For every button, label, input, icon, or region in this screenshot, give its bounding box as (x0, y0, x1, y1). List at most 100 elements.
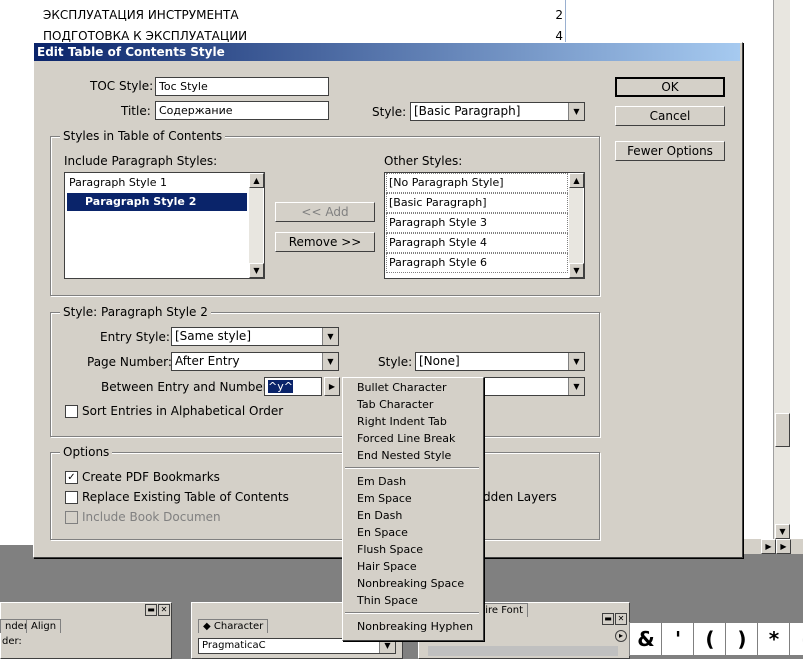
scroll-up-icon[interactable]: ▲ (569, 173, 584, 188)
ok-button[interactable]: OK (615, 77, 725, 97)
minimize-icon[interactable]: ▬ (145, 604, 157, 616)
dialog-title[interactable]: Edit Table of Contents Style (34, 43, 740, 61)
replace-existing-checkbox[interactable] (65, 491, 78, 504)
chevron-down-icon[interactable]: ▼ (568, 378, 584, 395)
page-number-style-label: Style: (378, 355, 413, 369)
chevron-down-icon[interactable]: ▼ (568, 353, 584, 370)
page-number-style-select[interactable]: [None] ▼ (415, 352, 585, 371)
paragraph-align-icons[interactable] (428, 646, 618, 656)
document-vertical-scrollbar[interactable] (773, 0, 790, 540)
sort-entries-label: Sort Entries in Alphabetical Order (82, 404, 284, 418)
title-style-value: [Basic Paragraph] (414, 104, 521, 118)
doc-page-number-1: 2 (555, 8, 563, 22)
menu-item-flush-space[interactable]: Flush Space (357, 543, 423, 556)
toc-style-label: TOC Style: (90, 79, 154, 93)
menu-item-em-dash[interactable]: Em Dash (357, 475, 406, 488)
glyph-cell[interactable]: ' (661, 622, 695, 656)
list-item[interactable]: [Basic Paragraph] (386, 193, 568, 213)
menu-item-thin-space[interactable]: Thin Space (357, 594, 418, 607)
hidden-layers-label: dden Layers (483, 490, 557, 504)
font-family-value: PragmaticaC (202, 640, 266, 651)
list-item-selected[interactable]: Paragraph Style 2 (67, 193, 247, 211)
menu-item-en-space[interactable]: En Space (357, 526, 408, 539)
glyph-cell[interactable]: ( (693, 622, 727, 656)
create-pdf-bookmarks-checkbox[interactable]: ✓ (65, 471, 78, 484)
close-icon[interactable]: ✕ (615, 613, 627, 625)
replace-existing-label: Replace Existing Table of Contents (82, 490, 289, 504)
chevron-down-icon[interactable]: ▼ (568, 103, 584, 120)
menu-item-nonbreaking-space[interactable]: Nonbreaking Space (357, 577, 464, 590)
options-group-title: Options (60, 445, 113, 459)
chevron-down-icon[interactable]: ▼ (322, 328, 338, 345)
scroll-page-icon[interactable]: ▶ (776, 539, 791, 554)
glyph-cell[interactable]: & (629, 622, 663, 656)
title-label: Title: (121, 104, 151, 118)
chevron-down-icon[interactable]: ▼ (379, 639, 395, 653)
menu-item-hair-space[interactable]: Hair Space (357, 560, 417, 573)
between-entry-input[interactable]: ^y^ (264, 377, 322, 396)
scroll-down-icon[interactable]: ▼ (249, 263, 264, 278)
sort-entries-checkbox[interactable] (65, 405, 78, 418)
page-number-label: Page Number: (87, 355, 172, 369)
scroll-up-icon[interactable]: ▲ (249, 173, 264, 188)
remove-button[interactable]: Remove >> (275, 232, 375, 252)
page-number-value: After Entry (175, 354, 240, 368)
cancel-button[interactable]: Cancel (615, 106, 725, 126)
character-tab-label: Character (213, 621, 264, 632)
menu-item-forced-line-break[interactable]: Forced Line Break (357, 432, 455, 445)
scroll-down-icon[interactable]: ▼ (569, 263, 584, 278)
include-book-label: Include Book Documen (82, 510, 221, 524)
tab-align[interactable]: Align (26, 619, 62, 633)
list-item[interactable]: [No Paragraph Style] (386, 173, 568, 193)
scrollbar-thumb[interactable] (775, 413, 790, 447)
include-book-checkbox[interactable] (65, 511, 78, 524)
menu-item-em-space[interactable]: Em Space (357, 492, 412, 505)
toc-style-input[interactable]: Toc Style (155, 77, 329, 96)
chevron-down-icon[interactable]: ▼ (322, 353, 338, 370)
doc-heading-line-2: ПОДГОТОВКА К ЭКСПЛУАТАЦИИ (43, 29, 248, 43)
minimize-icon[interactable]: ▬ (602, 613, 614, 625)
tab-character[interactable]: ◆ Character (198, 619, 269, 633)
between-style-select[interactable]: ▼ (482, 377, 585, 396)
glyph-cell[interactable]: ) (725, 622, 759, 656)
list-item[interactable]: Paragraph Style 1 (67, 174, 249, 192)
panel-menu-icon[interactable]: ▸ (615, 630, 627, 642)
menu-item-tab-character[interactable]: Tab Character (357, 398, 433, 411)
glyph-cell[interactable]: * (757, 622, 791, 656)
menu-item-nonbreaking-hyphen[interactable]: Nonbreaking Hyphen (357, 620, 473, 633)
glyph-cell[interactable]: - (789, 622, 803, 656)
create-pdf-bookmarks-label: Create PDF Bookmarks (82, 470, 220, 484)
between-entry-label: Between Entry and Number: (101, 380, 272, 394)
menu-separator (345, 612, 479, 614)
close-icon[interactable]: ✕ (158, 604, 170, 616)
panel-label: der: (2, 636, 22, 647)
menu-item-bullet-character[interactable]: Bullet Character (357, 381, 447, 394)
entry-style-label: Entry Style: (100, 330, 170, 344)
styles-in-toc-title: Styles in Table of Contents (60, 129, 226, 143)
menu-item-en-dash[interactable]: En Dash (357, 509, 402, 522)
entry-style-value: [Same style] (175, 329, 251, 343)
other-styles-label: Other Styles: (384, 154, 463, 168)
doc-heading-line-1: ЭКСПЛУАТАЦИЯ ИНСТРУМЕНТА (43, 8, 239, 22)
list-item[interactable]: Paragraph Style 3 (386, 213, 568, 233)
entry-style-select[interactable]: [Same style] ▼ (171, 327, 339, 346)
include-styles-label: Include Paragraph Styles: (64, 154, 218, 168)
scroll-right-icon[interactable]: ▶ (761, 539, 776, 554)
menu-separator (345, 467, 479, 469)
special-char-menu-button[interactable]: ▶ (324, 377, 340, 396)
title-style-select[interactable]: [Basic Paragraph] ▼ (410, 102, 585, 121)
menu-item-end-nested-style[interactable]: End Nested Style (357, 449, 451, 462)
doc-page-number-2: 4 (555, 29, 563, 43)
menu-item-right-indent-tab[interactable]: Right Indent Tab (357, 415, 447, 428)
scroll-down-icon[interactable]: ▼ (775, 524, 790, 539)
paragraph-style-group-title: Style: Paragraph Style 2 (60, 305, 211, 319)
add-button[interactable]: << Add (275, 202, 375, 222)
title-input[interactable]: Содержание (155, 101, 329, 120)
page-number-style-value: [None] (419, 354, 460, 368)
list-item[interactable]: Paragraph Style 4 (386, 233, 568, 253)
title-style-label: Style: (372, 105, 407, 119)
list-item[interactable]: Paragraph Style 6 (386, 253, 568, 273)
between-entry-value: ^y^ (268, 380, 293, 393)
fewer-options-button[interactable]: Fewer Options (615, 141, 725, 161)
page-number-select[interactable]: After Entry ▼ (171, 352, 339, 371)
